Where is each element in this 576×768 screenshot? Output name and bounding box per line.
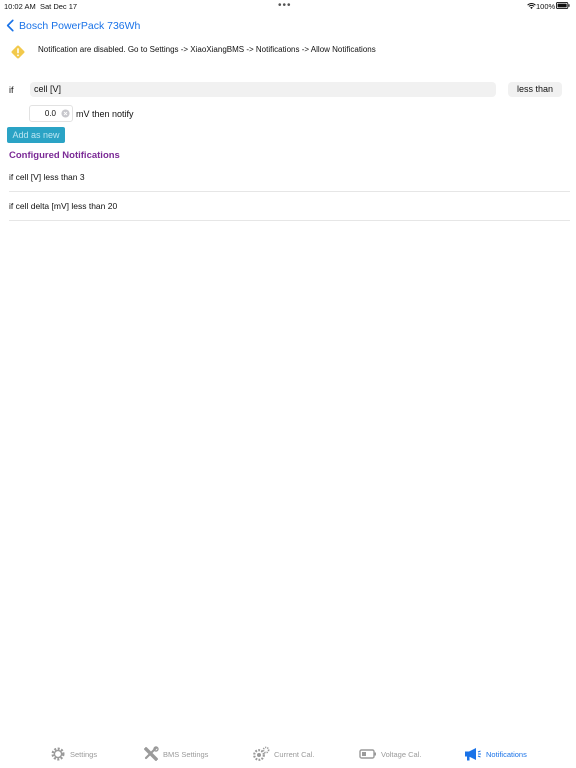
status-bar: 10:02 AM Sat Dec 17 ••• 100% (0, 0, 576, 14)
gear-icon (51, 747, 65, 761)
megaphone-icon (465, 748, 481, 761)
threshold-value: 0.0 (44, 109, 56, 118)
tab-bms-settings[interactable]: BMS Settings (143, 740, 208, 768)
tab-current-cal[interactable]: Current Cal. (252, 740, 314, 768)
tab-voltage-cal[interactable]: Voltage Cal. (359, 740, 421, 768)
tab-label: Voltage Cal. (381, 749, 422, 759)
if-label: if (9, 85, 14, 95)
status-time: 10:02 AM (4, 2, 36, 11)
threshold-value-input[interactable]: 0.0 (29, 105, 73, 122)
tools-icon (144, 746, 159, 761)
notification-warning-text: Notification are disabled. Go to Setting… (38, 45, 376, 54)
back-chevron-icon[interactable] (5, 19, 15, 32)
status-date: Sat Dec 17 (40, 2, 78, 11)
wifi-icon (527, 3, 536, 9)
back-button-title[interactable]: Bosch PowerPack 736Wh (19, 20, 140, 32)
add-as-new-button[interactable]: Add as new (7, 127, 65, 143)
gears-icon (253, 746, 270, 761)
comparison-select[interactable]: less than (508, 82, 562, 97)
configured-notifications-title: Configured Notifications (9, 150, 120, 161)
tab-notifications[interactable]: Notifications (464, 740, 527, 768)
parameter-select[interactable]: cell [V] (30, 82, 496, 97)
tab-settings[interactable]: Settings (50, 740, 97, 768)
battery-icon (556, 2, 570, 9)
multitask-dots[interactable]: ••• (278, 0, 292, 11)
battery-icon (359, 749, 376, 759)
clear-icon[interactable] (61, 109, 70, 118)
tab-label: BMS Settings (163, 749, 209, 759)
tab-label: Settings (70, 749, 98, 759)
tab-bar: Settings BMS Settings Current Cal. Volta… (0, 740, 576, 768)
tab-label: Notifications (486, 749, 527, 759)
warning-icon (11, 45, 25, 59)
unit-then-notify-label: mV then notify (76, 109, 134, 119)
tab-label: Current Cal. (274, 749, 315, 759)
battery-percentage: 100% (536, 2, 556, 11)
notification-row[interactable]: if cell delta [mV] less than 20 (9, 192, 570, 221)
notification-row[interactable]: if cell [V] less than 3 (9, 163, 570, 192)
